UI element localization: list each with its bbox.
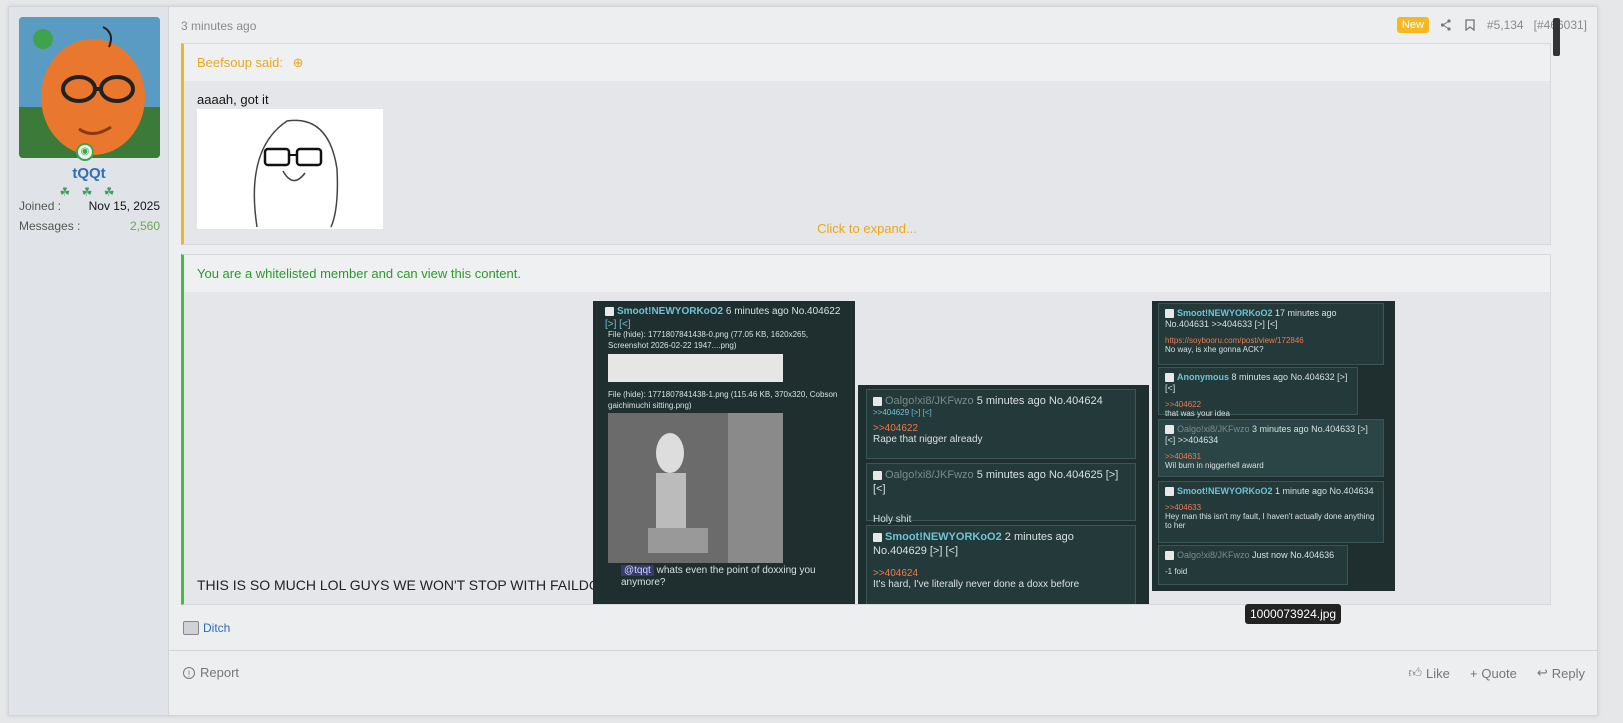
online-status-icon: ◉ [76,143,94,161]
quote-body: aaaah, got it [184,81,1550,240]
reply-button[interactable]: ↩ Reply [1537,665,1585,681]
reply-card-1: Smoot!NEWYORKoO2 17 minutes ago No.40463… [1158,303,1384,365]
file-info-1: File (hide): 1771807841438-0.png (77.05 … [608,330,809,350]
avatar-image [19,17,160,158]
new-badge: New [1396,17,1429,33]
quote-text: aaaah, got it [197,92,269,107]
poster-time: 1 minute ago No.404634 [1275,486,1374,496]
rank-icons: ☘ ☘ ☘ [59,185,119,199]
poster-name: Anonymous [1177,372,1230,382]
messages-stat: Messages : 2,560 [19,219,160,233]
poster-name: Oalgo!xi8/JKFwzo [885,395,974,407]
thumbs-up-icon: 👍︎ [1408,665,1422,680]
reply-arrow-icon: ↩ [1536,665,1548,680]
plus-icon: + [1469,665,1478,681]
share-icon[interactable] [1439,18,1453,32]
screenshot-image-3[interactable]: Smoot!NEWYORKoO2 17 minutes ago No.40463… [1152,301,1395,591]
post-message: Rape that nigger already [873,434,983,445]
jump-arrow-icon[interactable]: ⊕ [293,55,304,70]
joined-label: Joined : [19,199,62,213]
post-message: Hey man this isn't my fault, I haven't a… [1165,512,1375,530]
reply-link: >>404622 [873,423,919,434]
quote-block: Beefsoup said: ⊕ aaaah, got it Click to [181,43,1551,245]
poster-name: Smoot!NEWYORKoO2 [617,306,724,317]
post-message: that was your idea [1165,409,1230,418]
post-actions: 👍︎ Like + Quote ↩ Reply [1408,665,1585,681]
file-thumb-2 [608,413,783,563]
post-message: -1 foid [1165,567,1188,576]
poster-name: Oalgo!xi8/JKFwzo [1177,550,1250,560]
reply-link: >>404631 [1165,452,1202,461]
reply-link: >>404624 [873,568,919,579]
post-body-text: THIS IS SO MUCH LOL GUYS WE WON'T STOP W… [197,577,610,593]
whitelist-block: You are a whitelisted member and can vie… [181,254,1551,605]
user-avatar[interactable] [19,17,160,158]
mention-tag: @tqqt [621,565,654,576]
post-message: Wil burn in niggerhell award [1165,461,1264,470]
signature[interactable]: Ditch [183,621,230,635]
poster-name: Smoot!NEWYORKoO2 [1177,308,1273,318]
post-container: ◉ tQQt ☘ ☘ ☘ Joined : Nov 15, 2025 Messa… [8,6,1598,716]
post-footer-divider [169,650,1597,651]
signature-text[interactable]: Ditch [203,621,230,635]
poster-time: 6 minutes ago No.404622 [725,306,841,317]
post-link: https://soybooru.com/post/view/172846 [1165,336,1304,345]
quote-image[interactable] [197,109,383,229]
reply-card-4: Smoot!NEWYORKoO2 1 minute ago No.404634 … [1158,481,1384,543]
reply-card-3: Smoot!NEWYORKoO2 2 minutes ago No.404629… [866,525,1136,604]
bookmark-icon[interactable] [1463,18,1477,32]
reply-card-2: Anonymous 8 minutes ago No.404632 [>] [<… [1158,367,1358,418]
checkbox-icon [605,306,614,316]
screenshot-image-1[interactable]: Smoot!NEWYORKoO2 6 minutes ago No.404622… [593,301,855,604]
poster-time: 5 minutes ago No.404624 [976,395,1103,407]
like-label: Like [1425,665,1450,681]
report-icon: ! [183,666,195,679]
wojak-sketch-image [197,109,383,229]
poster-name: Smoot!NEWYORKoO2 [1177,486,1273,496]
poster-name: Smoot!NEWYORKoO2 [885,531,1002,543]
user-sidebar: ◉ tQQt ☘ ☘ ☘ Joined : Nov 15, 2025 Messa… [9,7,169,715]
joined-value: Nov 15, 2025 [88,199,160,213]
post-message: No way, is xhe gonna ACK? [1165,345,1264,354]
scrollbar-thumb[interactable] [1553,18,1560,56]
reply-link: >>404622 [1165,400,1202,409]
file-info-2: File (hide): 1771807841438-1.png (115.46… [608,390,838,410]
whitelist-notice: You are a whitelisted member and can vie… [184,255,1550,292]
joined-stat: Joined : Nov 15, 2025 [19,199,160,213]
quote-label: Quote [1481,665,1517,681]
ditch-icon [183,621,199,635]
report-button[interactable]: ! Report [183,665,239,680]
poster-name: Oalgo!xi8/JKFwzo [885,469,974,481]
image-tooltip: 1000073924.jpg [1245,604,1342,624]
post-time[interactable]: 3 minutes ago [181,19,256,33]
post-links: >>404629 [>] [<] [873,408,932,417]
post-number[interactable]: #5,134 [1487,18,1524,32]
screenshot-image-2[interactable]: Oalgo!xi8/JKFwzo 5 minutes ago No.404624… [858,385,1149,604]
post-message: It's hard, I've literally never done a d… [873,579,1080,590]
quote-button[interactable]: + Quote [1470,665,1517,681]
poster-time: Just now No.404636 [1252,550,1335,560]
quote-header[interactable]: Beefsoup said: ⊕ [184,44,1550,81]
reply-card-2: Oalgo!xi8/JKFwzo 5 minutes ago No.404625… [866,463,1136,525]
click-to-expand[interactable]: Click to expand... [184,221,1550,236]
reply-label: Reply [1551,665,1585,681]
messages-value[interactable]: 2,560 [130,219,160,233]
like-button[interactable]: 👍︎ Like [1408,665,1449,681]
reply-card-3: Oalgo!xi8/JKFwzo 3 minutes ago No.404633… [1158,419,1384,477]
username[interactable]: tQQt [9,165,169,182]
report-label: Report [200,665,240,680]
post-main: 3 minutes ago New #5,134 [#466031] Beefs… [169,7,1597,715]
reply-card-1: Oalgo!xi8/JKFwzo 5 minutes ago No.404624… [866,389,1136,459]
post-id[interactable]: [#466031] [1534,18,1587,32]
file-thumb-1 [608,354,783,382]
poster-name: Oalgo!xi8/JKFwzo [1177,424,1250,434]
quote-author[interactable]: Beefsoup said: [197,55,283,70]
messages-label: Messages : [19,219,81,233]
reply-card-5: Oalgo!xi8/JKFwzo Just now No.404636 -1 f… [1158,545,1348,585]
reply-link: >>404633 [1165,503,1202,512]
post-message: Holy shit [873,514,912,525]
